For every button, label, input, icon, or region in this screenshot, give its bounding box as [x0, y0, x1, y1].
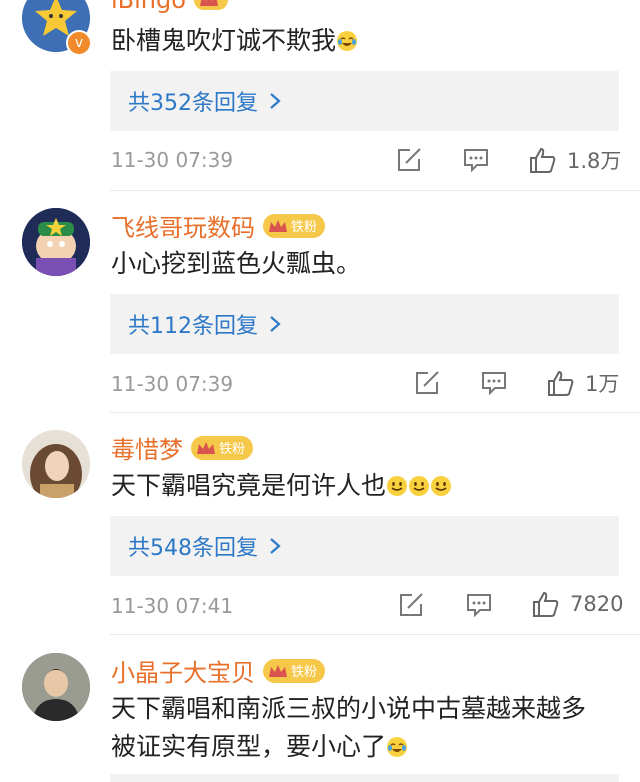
- fan-badge: 铁粉: [263, 658, 326, 683]
- timestamp: 11-30 07:41: [111, 594, 234, 618]
- divider: [110, 190, 640, 191]
- comment-text-line-1: 天下霸唱和南派三叔的小说中古墓越来越多: [111, 694, 587, 723]
- replies-count[interactable]: 共548条回复: [128, 530, 258, 562]
- smile-emoji-icon: [431, 476, 452, 496]
- fan-badge: 铁粉: [263, 213, 326, 238]
- repost-icon: [398, 148, 421, 171]
- fan-badge-label: 铁粉: [219, 442, 246, 457]
- comment-text: 小心挖到蓝色火瓢虫。: [111, 249, 362, 278]
- avatar[interactable]: [22, 653, 90, 721]
- thumbs-up-icon: [548, 370, 574, 396]
- repost-icon: [416, 371, 439, 394]
- fan-badge: [193, 0, 228, 10]
- like-count: 1万: [585, 372, 620, 396]
- replies-link[interactable]: 共352条回复: [110, 71, 619, 131]
- fan-badge-label: 铁粉: [291, 220, 318, 235]
- comment-button[interactable]: [463, 148, 489, 172]
- comment-icon: [482, 372, 506, 395]
- repost-icon: [400, 593, 423, 616]
- like-button[interactable]: 1万: [547, 368, 619, 398]
- fan-badge: 铁粉: [191, 435, 254, 460]
- chevron-right-icon: [270, 538, 281, 554]
- avatar[interactable]: [22, 430, 90, 498]
- like-button[interactable]: 1.8万: [529, 145, 621, 175]
- divider: [110, 634, 640, 635]
- comment-text: 卧槽鬼吹灯诚不欺我: [111, 22, 358, 60]
- chevron-right-icon: [270, 93, 281, 109]
- thumbs-up-icon: [530, 147, 556, 173]
- like-count: 1.8万: [567, 149, 622, 173]
- replies-count[interactable]: 共352条回复: [128, 85, 258, 117]
- repost-button[interactable]: [398, 592, 424, 618]
- thumbs-up-icon: [533, 591, 559, 617]
- comment-button[interactable]: [466, 593, 492, 617]
- avatar[interactable]: [22, 208, 90, 276]
- like-count: 7820: [570, 592, 624, 616]
- comment-icon: [467, 594, 491, 617]
- timestamp: 11-30 07:39: [111, 148, 234, 172]
- comment-button[interactable]: [481, 371, 507, 395]
- replies-link[interactable]: 共548条回复: [110, 516, 619, 576]
- smile-emoji-icon: [387, 476, 408, 496]
- comment-text: 天下霸唱究竟是何许人也: [111, 467, 452, 505]
- crown-icon: [269, 664, 287, 677]
- chevron-right-icon: [270, 316, 281, 332]
- replies-count[interactable]: 共112条回复: [128, 308, 258, 340]
- repost-button[interactable]: [414, 370, 440, 396]
- fan-badge-label: 铁粉: [291, 665, 318, 680]
- crown-icon: [197, 441, 215, 454]
- username[interactable]: iBingo: [111, 0, 186, 14]
- replies-box-partial: [110, 774, 619, 782]
- comment-icon: [464, 149, 488, 172]
- like-button[interactable]: 7820: [532, 590, 623, 618]
- username[interactable]: 小晶子大宝贝: [111, 653, 255, 688]
- replies-link[interactable]: 共112条回复: [110, 294, 619, 354]
- crown-icon: [199, 0, 218, 6]
- repost-button[interactable]: [396, 147, 422, 173]
- comment-text-line-2: 被证实有原型，要小心了: [111, 728, 408, 766]
- crown-icon: [269, 219, 287, 232]
- laugh-cry-emoji-icon: [387, 737, 408, 757]
- timestamp: 11-30 07:39: [111, 372, 234, 396]
- verified-badge-icon: v: [66, 30, 92, 56]
- divider: [110, 412, 640, 413]
- laugh-cry-emoji-icon: [337, 31, 358, 51]
- username[interactable]: 毒惜梦: [111, 430, 183, 465]
- smile-emoji-icon: [409, 476, 430, 496]
- username[interactable]: 飞线哥玩数码: [111, 208, 255, 243]
